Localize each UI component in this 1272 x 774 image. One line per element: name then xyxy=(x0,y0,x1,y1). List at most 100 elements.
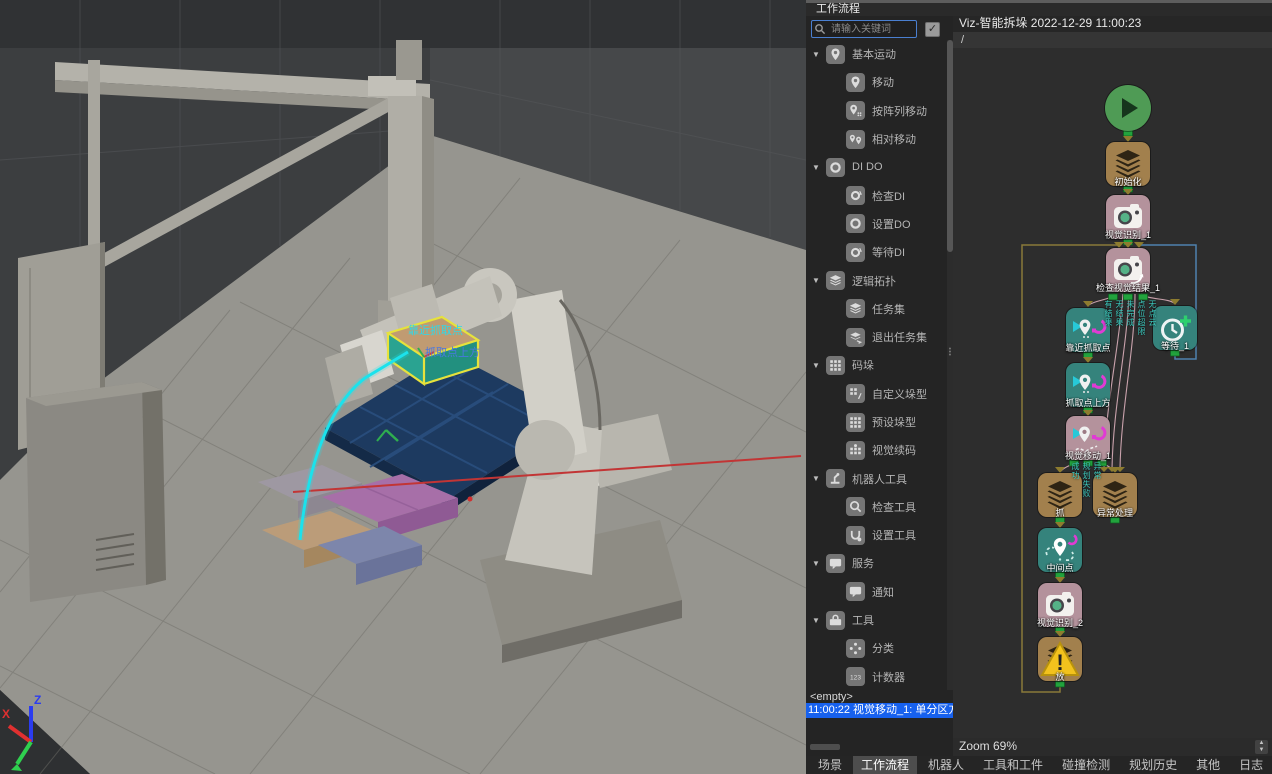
flow-node-label: 中间点 xyxy=(1046,561,1073,574)
status-message[interactable]: 11:00:22 视觉移动_1: 单分区方形 xyxy=(806,703,953,718)
tree-item-counter[interactable]: 123计数器 xyxy=(806,663,946,690)
tree-cat-di-do[interactable]: ▼ DI DO xyxy=(806,153,946,181)
search-input-box[interactable] xyxy=(811,20,917,38)
tab-collision-detection[interactable]: 碰撞检测 xyxy=(1054,756,1118,774)
step-library-pane: ✓ ▼基本运动 移动 按阵列移动 相对移动 ▼ DI DO 检查DI 设置DO 等… xyxy=(806,16,953,756)
counter-icon: 123 xyxy=(846,667,865,686)
tree-item-move-by-array[interactable]: 按阵列移动 xyxy=(806,97,946,125)
di-icon xyxy=(846,186,865,205)
tree-item-vision-continue[interactable]: 视觉续码 xyxy=(806,436,946,464)
flow-node-check-vision-result-1[interactable]: 检查视觉结果_1 xyxy=(1106,248,1150,292)
tree-item-label: 任务集 xyxy=(872,301,905,317)
tree-item-label: 自定义垛型 xyxy=(872,386,927,402)
tree-item-check-di[interactable]: 检查DI xyxy=(806,181,946,209)
tab-log[interactable]: 日志 xyxy=(1231,756,1271,774)
tree-item-wait-di[interactable]: 等待DI xyxy=(806,238,946,266)
flow-node-start[interactable] xyxy=(1105,85,1151,131)
tree-item-label: 视觉续码 xyxy=(872,442,916,458)
workflow-canvas[interactable]: 初始化 视觉识别_1 检查视觉结果_1 靠近抓取点 等待_1 抓取点上方 视觉移… xyxy=(953,48,1272,738)
flow-node-label: 视觉移动_1 xyxy=(1065,449,1111,462)
expander-icon[interactable]: ▼ xyxy=(812,474,826,483)
tree-cat-tools[interactable]: ▼工具 xyxy=(806,606,946,634)
expander-icon[interactable]: ▼ xyxy=(812,50,826,59)
grid-icon xyxy=(826,356,845,375)
breadcrumb[interactable]: / xyxy=(953,32,1272,48)
flow-node-vision-recognition-2[interactable]: 视觉识别_2 xyxy=(1038,583,1082,627)
flow-node-vision-recognition-1[interactable]: 视觉识别_1 xyxy=(1106,195,1150,239)
flow-node-above-pick-point[interactable]: 抓取点上方 xyxy=(1066,363,1110,407)
flow-node-label: 抓取点上方 xyxy=(1065,396,1110,409)
tab-workflow[interactable]: 工作流程 xyxy=(853,756,917,774)
flow-node-wait-1[interactable]: 等待_1 xyxy=(1153,306,1197,350)
tree-item-label: 设置工具 xyxy=(872,527,916,543)
tab-other[interactable]: 其他 xyxy=(1188,756,1228,774)
tree-item-move[interactable]: 移动 xyxy=(806,68,946,96)
tree-item-set-do[interactable]: 设置DO xyxy=(806,210,946,238)
tree-item-label: 移动 xyxy=(872,74,894,90)
flow-node-label: 等待_1 xyxy=(1161,339,1189,352)
tree-item-custom-pattern[interactable]: 自定义垛型 xyxy=(806,380,946,408)
search-input[interactable] xyxy=(829,21,917,37)
search-row: ✓ xyxy=(811,20,940,38)
edge-label: 未完成 xyxy=(1125,300,1136,327)
flow-node-label: 放 xyxy=(1055,670,1064,683)
flow-node-label: 视觉识别_1 xyxy=(1105,228,1151,241)
tree-cat-logic-topology[interactable]: ▼逻辑拓扑 xyxy=(806,266,946,294)
tree-cat-robot-tool[interactable]: ▼机器人工具 xyxy=(806,464,946,492)
workflow-panel: 工作流程 ✓ ▼基本运动 移动 按阵列移动 相对移动 ▼ DI DO xyxy=(806,0,1272,774)
empty-status-text: <empty> xyxy=(810,691,853,703)
expander-icon[interactable]: ▼ xyxy=(812,163,826,172)
pin-grid-icon xyxy=(846,101,865,120)
zoom-spinner[interactable]: ▲▼ xyxy=(1255,740,1268,754)
horizontal-scrollbar-thumb[interactable] xyxy=(810,744,840,750)
3d-viewport[interactable]: 靠近抓取点 抓取点上方 Z X xyxy=(0,0,806,774)
tree-item-task-set[interactable]: 任务集 xyxy=(806,295,946,323)
set-tool-icon xyxy=(846,526,865,545)
tree-item-label: 通知 xyxy=(872,584,894,600)
tree-item-preset-pattern[interactable]: 预设垛型 xyxy=(806,408,946,436)
tree-item-label: DI DO xyxy=(852,161,883,173)
flow-node-place[interactable]: !放 xyxy=(1038,637,1082,681)
tree-item-classify[interactable]: 分类 xyxy=(806,634,946,662)
flow-node-vision-move-1[interactable]: 视觉移动_1 xyxy=(1066,416,1110,460)
expander-icon[interactable]: ▼ xyxy=(812,559,826,568)
edge-label: 成功 xyxy=(1070,462,1081,480)
expander-icon[interactable]: ▼ xyxy=(812,361,826,370)
tree-item-exit-task-set[interactable]: 退出任务集 xyxy=(806,323,946,351)
search-filter-checkbox[interactable]: ✓ xyxy=(925,22,940,37)
tree-item-label: 按阵列移动 xyxy=(872,103,927,119)
tree-item-check-tool[interactable]: 检查工具 xyxy=(806,493,946,521)
step-tree: ▼基本运动 移动 按阵列移动 相对移动 ▼ DI DO 检查DI 设置DO 等待D… xyxy=(806,40,946,690)
tree-item-notify[interactable]: 通知 xyxy=(806,578,946,606)
robot-icon xyxy=(826,469,845,488)
edge-label: 规划失败 xyxy=(1081,462,1092,498)
tree-cat-service[interactable]: ▼ 服务 xyxy=(806,549,946,577)
tree-cat-palletizing[interactable]: ▼码垛 xyxy=(806,351,946,379)
di-wait-icon xyxy=(846,243,865,262)
tree-item-label: 服务 xyxy=(852,555,874,571)
layers-exit-icon xyxy=(846,328,865,347)
tab-tools-workpieces[interactable]: 工具和工件 xyxy=(975,756,1051,774)
expander-icon[interactable]: ▼ xyxy=(812,616,826,625)
expander-icon[interactable]: ▼ xyxy=(812,276,826,285)
tab-planning-history[interactable]: 规划历史 xyxy=(1121,756,1185,774)
grid-icon xyxy=(846,413,865,432)
tree-item-set-tool[interactable]: 设置工具 xyxy=(806,521,946,549)
tree-cat-basic-motion[interactable]: ▼基本运动 xyxy=(806,40,946,68)
zoom-level: Zoom 69% xyxy=(959,739,1017,753)
3d-scene: 靠近抓取点 抓取点上方 Z X xyxy=(0,0,806,774)
tab-robot[interactable]: 机器人 xyxy=(920,756,972,774)
tree-item-label: 分类 xyxy=(872,640,894,656)
flow-node-init[interactable]: 初始化 xyxy=(1106,142,1150,186)
pin-pair-icon xyxy=(846,130,865,149)
flow-node-mid-point[interactable]: 中间点 xyxy=(1038,528,1082,572)
zoom-control-row: Zoom 69% ▲▼ xyxy=(953,738,1272,756)
pin-icon xyxy=(826,45,845,64)
circle-icon xyxy=(826,158,845,177)
flow-node-label: 视觉识别_2 xyxy=(1037,616,1083,629)
bottom-tab-bar: 场景 工作流程 机器人 工具和工件 碰撞检测 规划历史 其他 日志 xyxy=(806,756,1272,774)
tree-item-relative-move[interactable]: 相对移动 xyxy=(806,125,946,153)
cabinet xyxy=(26,382,166,602)
tab-scene[interactable]: 场景 xyxy=(810,756,850,774)
edge-label: 点位超限 xyxy=(1136,300,1147,336)
